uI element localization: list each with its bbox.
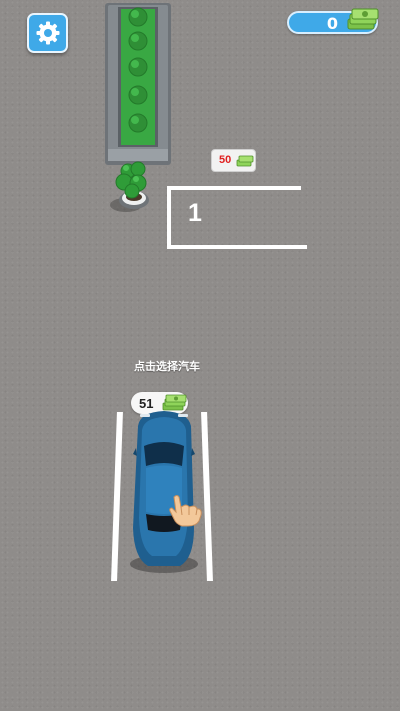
slot-line-bottom bbox=[167, 245, 307, 249]
slot-line-top bbox=[167, 186, 301, 190]
settings-button[interactable] bbox=[27, 13, 68, 53]
blue-car[interactable] bbox=[124, 408, 202, 574]
gear-icon bbox=[36, 21, 59, 45]
slot-price-tag[interactable]: 50 bbox=[211, 149, 256, 172]
hedge-planter bbox=[104, 3, 172, 165]
slot-line-left bbox=[167, 186, 171, 249]
money-value: 0 bbox=[326, 14, 338, 33]
slot-number: 1 bbox=[188, 199, 202, 227]
car-spot-line-right bbox=[201, 412, 213, 581]
slot-price-value: 50 bbox=[219, 154, 232, 166]
car-spot-line-left bbox=[111, 412, 123, 581]
potted-tree bbox=[110, 161, 149, 212]
pointing-hand-icon bbox=[169, 495, 202, 527]
cash-stack-icon bbox=[236, 155, 254, 167]
select-car-hint: 点击选择汽车 bbox=[134, 361, 200, 373]
cash-stack-icon bbox=[347, 8, 379, 30]
money-counter: 0 bbox=[287, 8, 379, 34]
